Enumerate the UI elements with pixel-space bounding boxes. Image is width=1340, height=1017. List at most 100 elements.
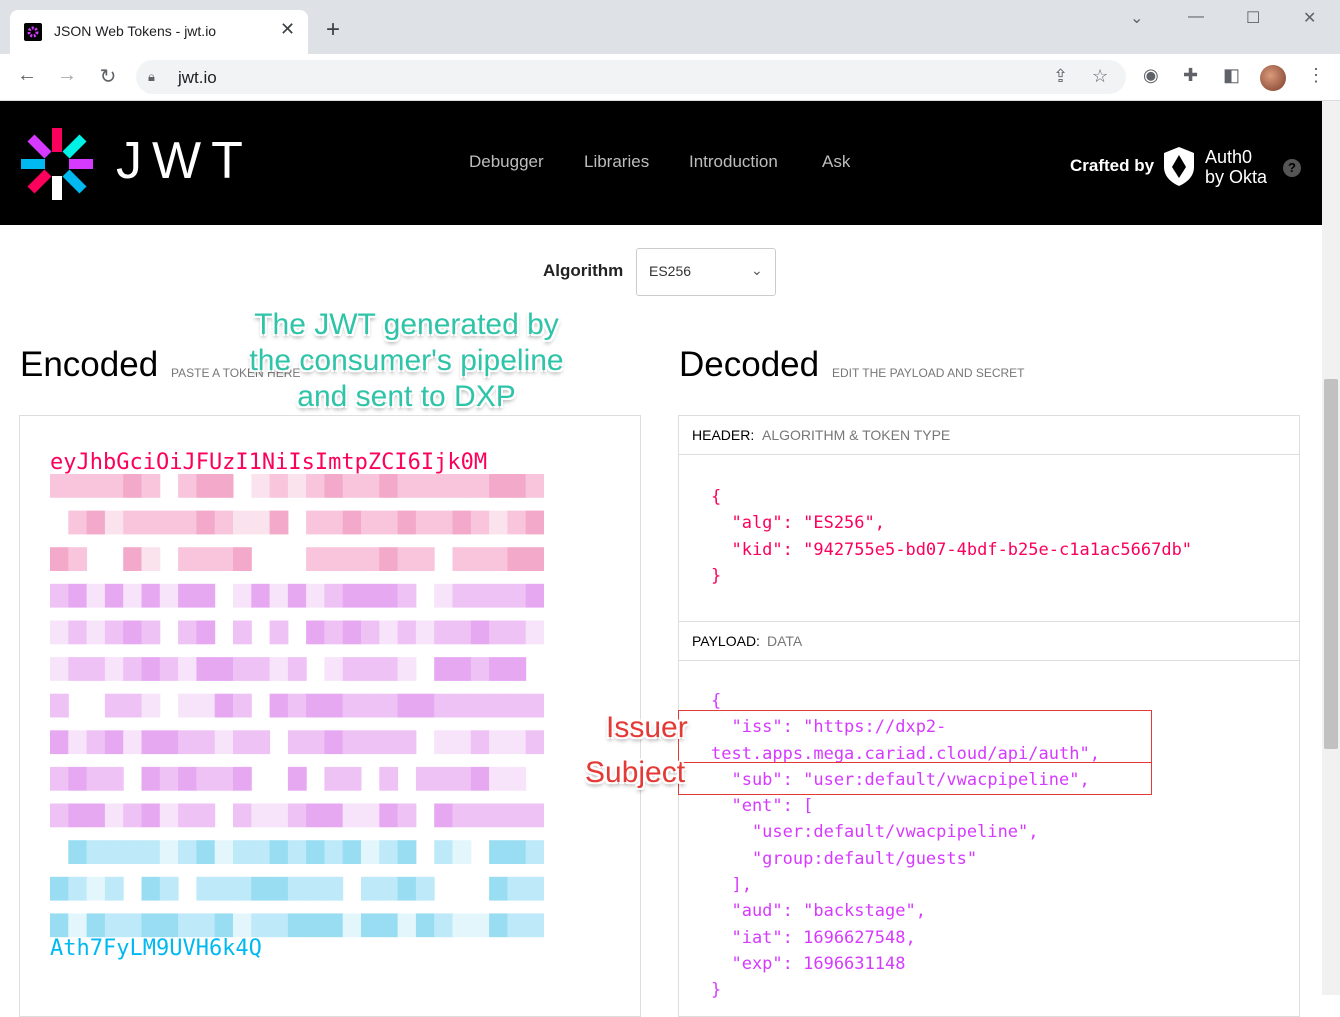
redaction-pixel: [324, 840, 344, 864]
token-header-segment[interactable]: eyJhbGciOiJFUzI1NiIsImtpZCI6Ijk0M: [50, 450, 487, 475]
header-json-editor[interactable]: { "alg": "ES256", "kid": "942755e5-bd07-…: [711, 484, 1192, 589]
redaction-pixel: [196, 547, 216, 571]
encoded-token-editor[interactable]: eyJhbGciOiJFUzI1NiIsImtpZCI6Ijk0M Ath7Fy…: [19, 415, 641, 1017]
redaction-pixel: [141, 803, 161, 828]
scrollbar-thumb[interactable]: [1324, 379, 1338, 749]
redaction-pixel: [324, 547, 344, 571]
redaction-pixel: [525, 913, 544, 938]
redaction-pixel: [104, 474, 124, 498]
redaction-pixel: [68, 730, 88, 755]
redaction-pixel: [141, 583, 161, 608]
help-icon[interactable]: ?: [1283, 159, 1301, 177]
jwt-wordmark[interactable]: JWT: [116, 131, 253, 191]
redaction-pixel: [415, 876, 435, 901]
redaction-pixel: [86, 913, 106, 938]
redaction-pixel: [470, 474, 490, 498]
redaction-pixel: [287, 876, 307, 901]
lock-icon[interactable]: 🔒︎: [148, 69, 155, 85]
redaction-pixel: [306, 693, 325, 718]
back-icon[interactable]: ←: [14, 64, 40, 87]
redaction-pixel: [68, 510, 88, 535]
redaction-pixel: [342, 510, 362, 535]
redaction-pixel: [324, 583, 344, 608]
redaction-pixel: [178, 803, 197, 828]
nav-ask[interactable]: Ask: [822, 152, 850, 172]
redaction-pixel: [324, 693, 344, 718]
redaction-pixel: [104, 657, 124, 681]
window-close-icon[interactable]: ✕: [1303, 8, 1316, 28]
redaction-pixel: [489, 693, 508, 718]
reload-icon[interactable]: ↻: [95, 64, 121, 89]
redaction-pixel: [269, 693, 289, 718]
redaction-pixel: [104, 693, 124, 718]
redaction-pixel: [507, 693, 527, 718]
redaction-pixel: [525, 803, 544, 828]
auth0-shield-icon[interactable]: [1162, 145, 1196, 187]
redaction-pixel: [287, 766, 307, 791]
redaction-pixel: [123, 913, 142, 938]
redaction-pixel: [434, 583, 453, 608]
share-icon[interactable]: ⇪: [1053, 66, 1068, 87]
password-manager-icon[interactable]: ◉: [1143, 65, 1159, 86]
redaction-pixel: [415, 913, 435, 938]
redaction-pixel: [214, 766, 234, 791]
redaction-pixel: [251, 803, 271, 828]
redaction-pixel: [379, 510, 399, 535]
maximize-icon[interactable]: ☐: [1246, 8, 1260, 28]
redaction-pixel: [50, 620, 69, 645]
redaction-pixel: [342, 583, 362, 608]
redaction-pixel: [287, 730, 307, 755]
redaction-pixel: [525, 474, 544, 498]
tab-close-icon[interactable]: ✕: [280, 19, 295, 40]
nav-debugger[interactable]: Debugger: [469, 152, 544, 172]
redaction-pixel: [50, 583, 69, 608]
new-tab-icon[interactable]: +: [326, 18, 340, 42]
url-text[interactable]: jwt.io: [178, 68, 217, 88]
redaction-pixel: [68, 657, 88, 681]
redaction-pixel: [233, 620, 252, 645]
page-scrollbar[interactable]: [1322, 101, 1340, 995]
nav-libraries[interactable]: Libraries: [584, 152, 649, 172]
address-bar[interactable]: 🔒︎ jwt.io ⇪ ☆: [136, 60, 1126, 94]
redaction-pixel: [324, 510, 344, 535]
redaction-pixel: [159, 840, 179, 864]
redaction-pixel: [269, 620, 289, 645]
redaction-pixel: [141, 547, 161, 571]
redaction-pixel: [324, 766, 344, 791]
algorithm-label: Algorithm: [543, 261, 624, 280]
nav-introduction[interactable]: Introduction: [689, 152, 778, 172]
redaction-pixel: [434, 766, 453, 791]
tab-search-icon[interactable]: ⌄: [1130, 8, 1143, 28]
redaction-pixel: [86, 510, 106, 535]
profile-avatar[interactable]: [1260, 65, 1286, 91]
redaction-pixel: [141, 766, 161, 791]
browser-tab[interactable]: JSON Web Tokens - jwt.io ✕: [10, 10, 308, 54]
minimize-icon[interactable]: —: [1188, 8, 1204, 26]
redaction-pixel: [397, 474, 417, 498]
extensions-puzzle-icon[interactable]: ✚: [1183, 65, 1198, 86]
redaction-pixel: [507, 840, 527, 864]
redaction-pixel: [434, 510, 453, 535]
redaction-pixel: [68, 840, 88, 864]
menu-kebab-icon[interactable]: ⋮: [1307, 65, 1325, 86]
header-desc: ALGORITHM & TOKEN TYPE: [762, 427, 951, 443]
redaction-pixel: [452, 803, 472, 828]
redaction-pixel: [123, 583, 142, 608]
redaction-pixel: [287, 693, 307, 718]
forward-icon[interactable]: →: [54, 64, 80, 87]
redaction-pixel: [379, 583, 399, 608]
auth0-brand[interactable]: Auth0 by Okta: [1205, 147, 1267, 187]
jwt-logo-icon[interactable]: [18, 125, 96, 203]
side-panel-icon[interactable]: ◧: [1223, 65, 1240, 86]
token-signature-segment[interactable]: Ath7FyLM9UVH6k4Q: [50, 936, 262, 961]
algorithm-select[interactable]: ES256 ⌄: [636, 248, 776, 296]
redaction-pixel: [233, 876, 252, 901]
encoded-title: Encoded: [20, 345, 159, 384]
redaction-pixel: [251, 876, 271, 901]
redaction-pixel: [50, 913, 69, 938]
redaction-pixel: [324, 474, 344, 498]
bookmark-star-icon[interactable]: ☆: [1092, 66, 1108, 87]
redaction-pixel: [434, 693, 453, 718]
redaction-pixel: [470, 693, 490, 718]
redaction-pixel: [50, 803, 69, 828]
